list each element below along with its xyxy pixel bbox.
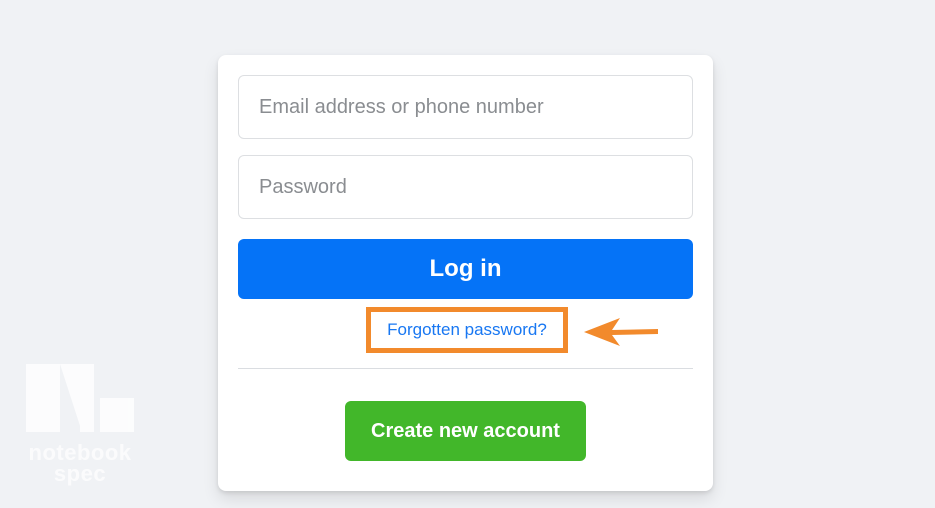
notebookspec-logo-icon [26, 364, 134, 432]
email-input[interactable] [238, 75, 693, 139]
forgot-password-link[interactable]: Forgotten password? [387, 320, 547, 340]
watermark-text-line2: spec [53, 461, 107, 486]
password-input[interactable] [238, 155, 693, 219]
login-button[interactable]: Log in [238, 239, 693, 299]
arrow-left-icon [584, 318, 658, 346]
watermark-logo: notebook spec [22, 360, 138, 490]
divider [238, 368, 693, 369]
login-card: Log in Forgotten password? Create new ac… [218, 55, 713, 491]
forgot-password-highlight: Forgotten password? [366, 307, 568, 353]
create-account-button[interactable]: Create new account [345, 401, 586, 461]
